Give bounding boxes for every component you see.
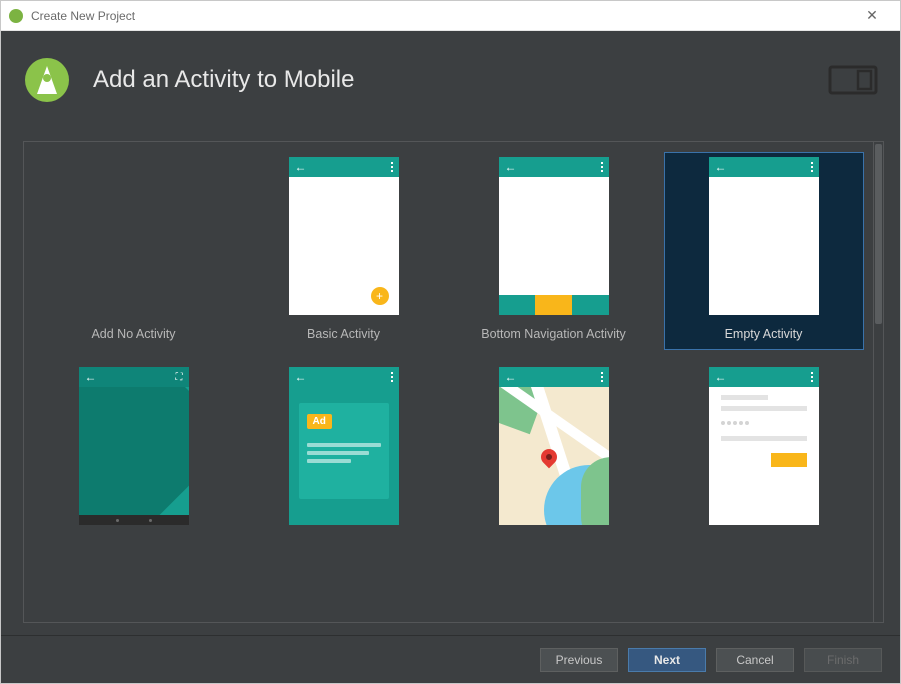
template-thumb: ← + [289,157,399,315]
template-thumb [79,157,189,315]
template-thumb: ← ⛶ [79,367,189,525]
template-bottom-navigation-activity[interactable]: ← Bottom Navigation Activity [454,152,654,350]
finish-button: Finish [804,648,882,672]
android-studio-icon [9,9,23,23]
template-thumb: ← Ad [289,367,399,525]
more-icon [811,162,813,172]
close-icon[interactable]: ✕ [852,1,892,31]
back-arrow-icon: ← [505,161,517,173]
back-arrow-icon: ← [295,161,307,173]
template-empty-activity[interactable]: ← Empty Activity [664,152,864,350]
template-admob-ads-activity[interactable]: ← Ad [244,362,444,560]
login-button-icon [771,453,807,467]
scrollbar-thumb[interactable] [875,144,882,324]
more-icon [811,372,813,382]
gallery-scrollbar[interactable] [873,142,883,622]
template-thumb: ← [499,157,609,315]
fab-icon: + [371,287,389,305]
template-thumb: ← [709,367,819,525]
template-label: Basic Activity [307,327,380,345]
back-arrow-icon: ← [295,371,307,383]
window-title: Create New Project [31,9,135,23]
template-fullscreen-activity[interactable]: ← ⛶ [34,362,234,560]
template-label: Empty Activity [725,327,803,345]
fullscreen-icon: ⛶ [176,372,183,383]
template-gallery-frame: Add No Activity ← + Basic Activity [23,141,884,623]
wizard-footer: Previous Next Cancel Finish [1,635,900,683]
template-thumb: ← [709,157,819,315]
mobile-device-icon [828,65,878,95]
template-basic-activity[interactable]: ← + Basic Activity [244,152,444,350]
back-arrow-icon: ← [715,371,727,383]
android-studio-logo-icon [23,56,71,104]
content-area: Add No Activity ← + Basic Activity [1,129,900,635]
bottom-nav-icon [499,295,609,315]
wizard-header: Add an Activity to Mobile [1,31,900,129]
more-icon [601,372,603,382]
template-google-maps-activity[interactable]: ← [454,362,654,560]
next-button[interactable]: Next [628,648,706,672]
template-login-activity[interactable]: ← [664,362,864,560]
template-label: Bottom Navigation Activity [481,327,626,345]
template-add-no-activity[interactable]: Add No Activity [34,152,234,350]
template-thumb: ← [499,367,609,525]
titlebar: Create New Project ✕ [1,1,900,31]
more-icon [391,162,393,172]
more-icon [391,372,393,382]
back-arrow-icon: ← [715,161,727,173]
dialog-window: Create New Project ✕ Add an Activity to … [0,0,901,684]
back-arrow-icon: ← [85,370,97,384]
cancel-button[interactable]: Cancel [716,648,794,672]
back-arrow-icon: ← [505,371,517,383]
more-icon [601,162,603,172]
page-title: Add an Activity to Mobile [93,66,828,94]
previous-button[interactable]: Previous [540,648,618,672]
ad-badge: Ad [307,414,332,429]
template-gallery: Add No Activity ← + Basic Activity [24,142,873,622]
template-label: Add No Activity [91,327,175,345]
